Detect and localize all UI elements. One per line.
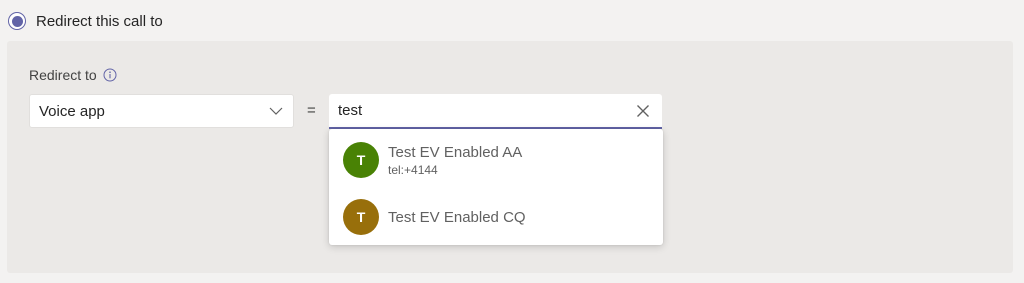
redirect-radio-label: Redirect this call to: [36, 12, 163, 30]
search-result-item[interactable]: T Test EV Enabled AA tel:+4144: [329, 132, 663, 188]
avatar: T: [343, 142, 379, 178]
redirect-radio-button[interactable]: [8, 12, 26, 30]
chevron-down-icon: [269, 107, 283, 115]
search-result-title: Test EV Enabled AA: [388, 143, 523, 161]
search-result-item[interactable]: T Test EV Enabled CQ: [329, 189, 663, 245]
voice-app-search-input[interactable]: [338, 102, 636, 119]
search-results-dropdown: T Test EV Enabled AA tel:+4144 T Test EV…: [329, 129, 663, 245]
redirect-to-label: Redirect to: [29, 67, 97, 83]
radio-selected-dot: [11, 15, 23, 27]
search-result-text: Test EV Enabled AA tel:+4144: [388, 144, 522, 177]
search-result-title: Test EV Enabled CQ: [388, 208, 526, 226]
equals-sign: =: [307, 102, 316, 119]
voice-app-search-field[interactable]: [329, 94, 662, 129]
avatar: T: [343, 199, 379, 235]
search-result-phone: tel:+4144: [388, 162, 438, 177]
redirect-target-dropdown[interactable]: Voice app: [29, 94, 294, 128]
redirect-radio-row[interactable]: Redirect this call to: [8, 9, 163, 33]
info-icon[interactable]: [103, 68, 117, 82]
close-icon[interactable]: [636, 104, 650, 118]
redirect-target-value: Voice app: [39, 102, 105, 120]
redirect-to-label-row: Redirect to: [29, 67, 117, 83]
search-result-text: Test EV Enabled CQ: [388, 209, 526, 226]
